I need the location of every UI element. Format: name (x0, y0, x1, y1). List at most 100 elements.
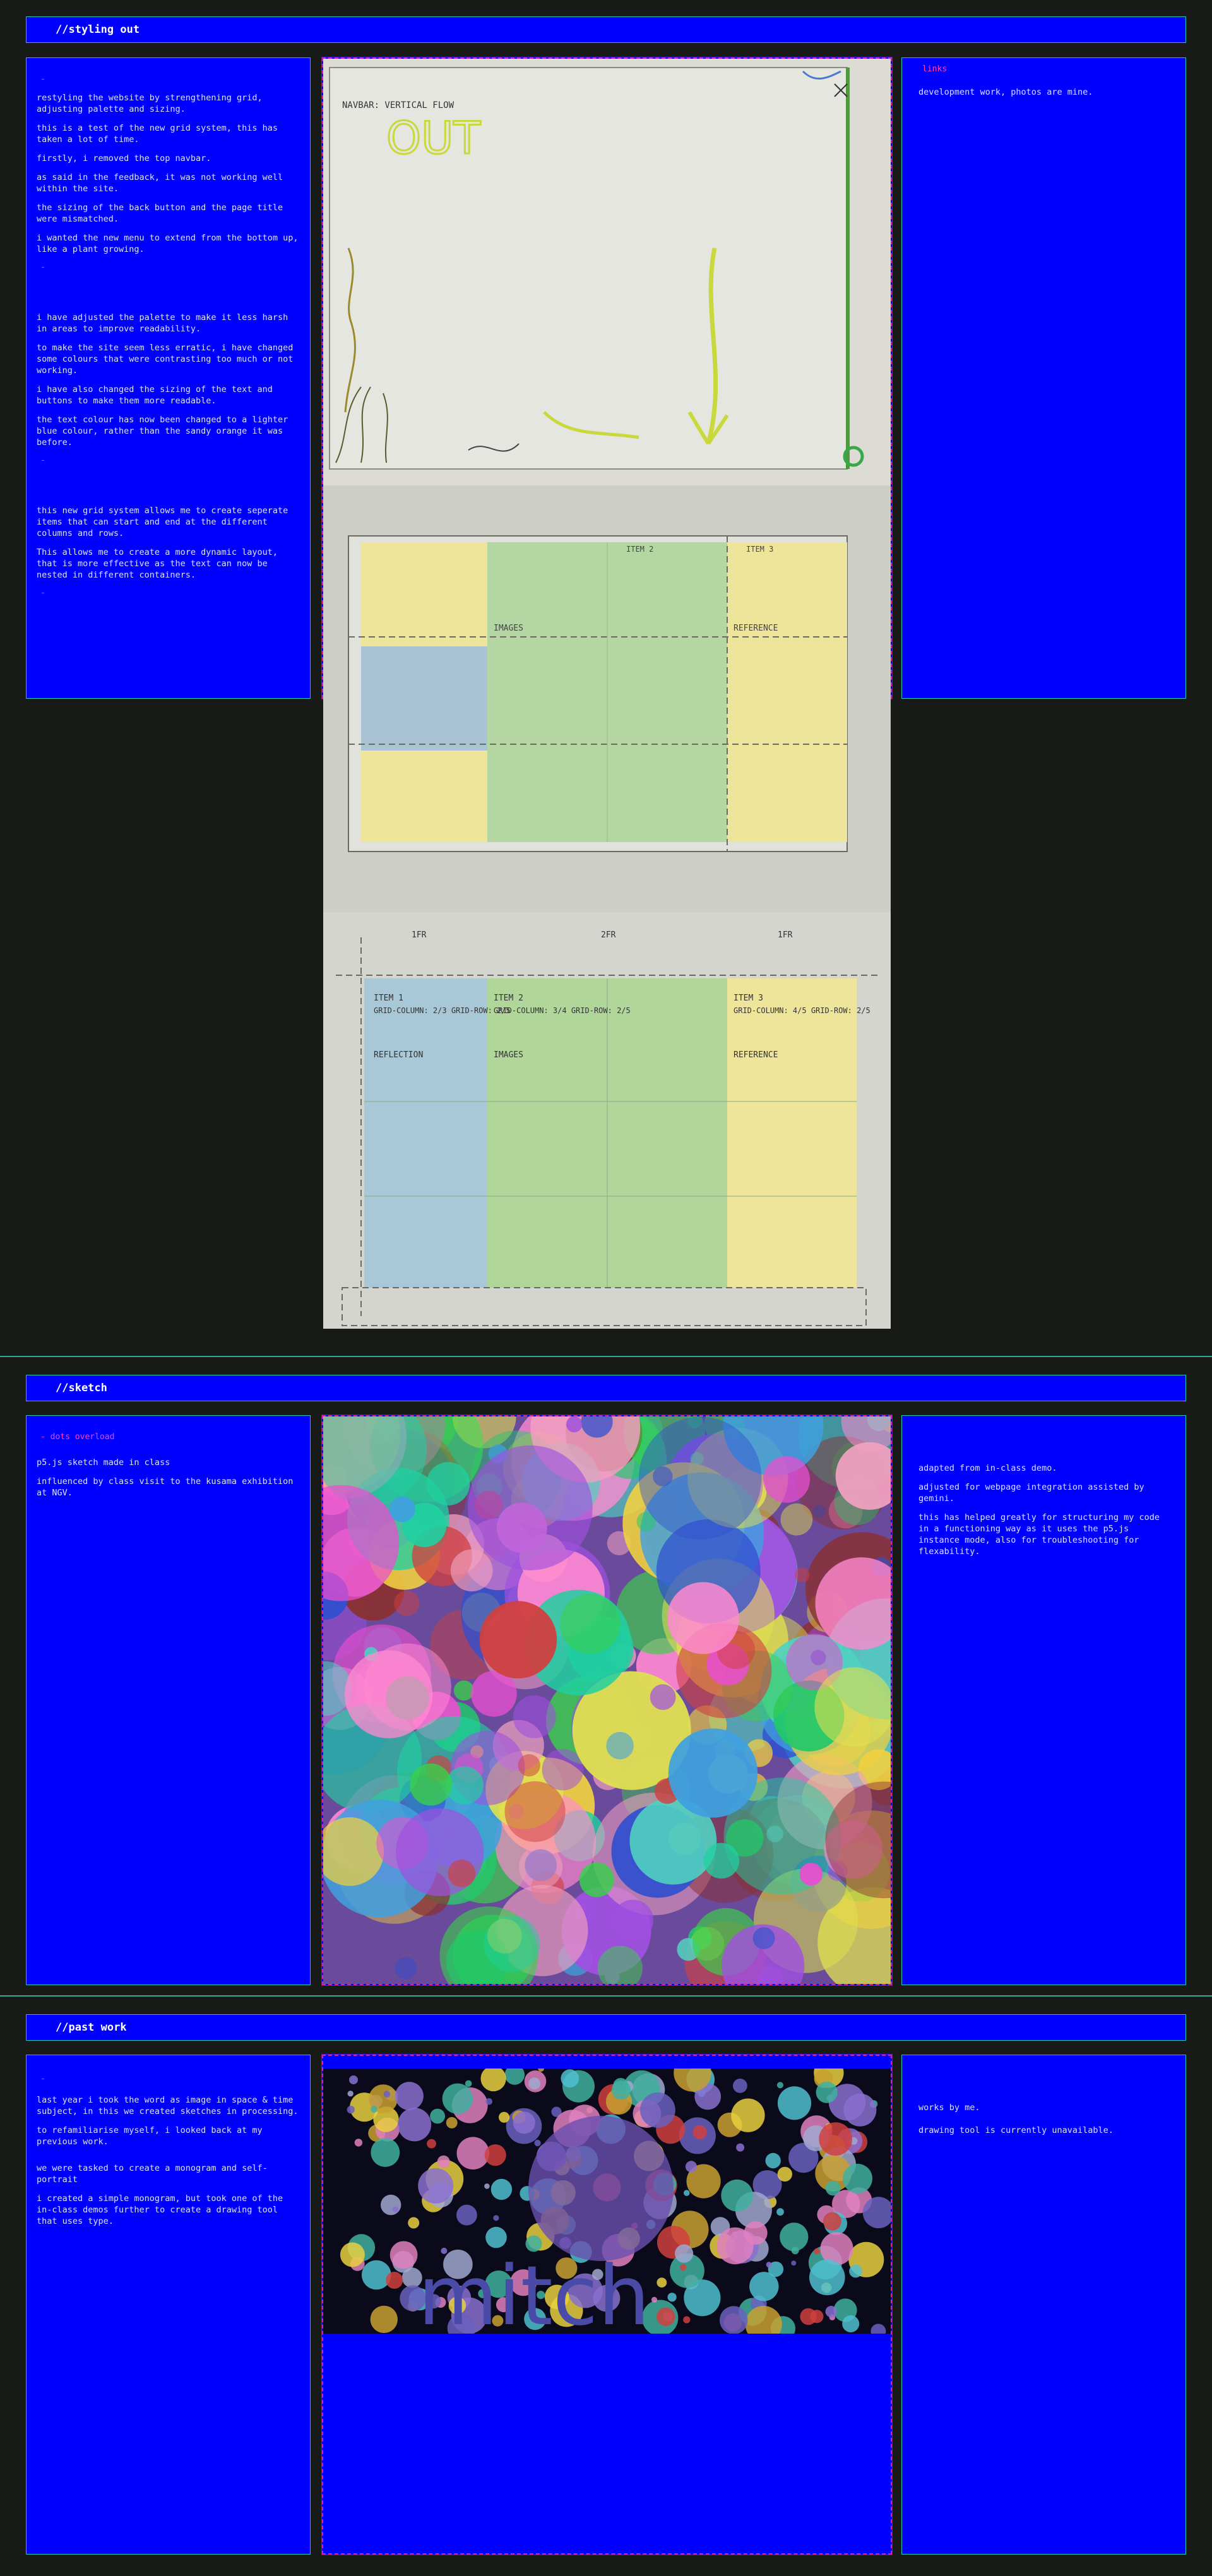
sketch-item-label: ITEM 3 (746, 545, 773, 554)
sketch-item-label: ITEM 2 (494, 994, 523, 1003)
dot (667, 1582, 739, 1654)
past-work-panel: mitch (321, 2054, 893, 2555)
dot (650, 1684, 676, 1710)
section-title: //past work (56, 2021, 127, 2034)
dot (513, 1695, 556, 1738)
section-past-work: //past work - last year i took the word … (0, 1995, 1212, 2576)
paint-blob (484, 2144, 506, 2166)
sketch-out-text: OUT (386, 112, 480, 164)
paint-blob (437, 2155, 450, 2168)
paint-blob (842, 2315, 860, 2332)
sketch-reference-label: REFERENCE (734, 1050, 778, 1060)
paragraph-text: i have adjusted the palette to make it l… (37, 312, 288, 334)
credit-text: this has helped greatly for structuring … (918, 1512, 1160, 1557)
paint-blob (825, 2306, 837, 2318)
paint-blob (680, 2264, 687, 2271)
dot (518, 1754, 540, 1777)
dot (560, 1593, 621, 1654)
paint-blob (408, 2217, 420, 2229)
sketch-grid-label: GRID-COLUMN: 4/5 GRID-ROW: 2/5 (734, 1006, 870, 1015)
sketch-canvas-panel (321, 1415, 893, 1986)
dot (450, 1549, 493, 1592)
paint-blob (776, 2208, 784, 2216)
dash-link[interactable]: - (40, 2074, 300, 2086)
paint-blob (430, 2108, 445, 2124)
dash-link[interactable]: - (40, 263, 300, 274)
dash-link[interactable]: - (40, 588, 300, 600)
paint-blob (354, 2139, 363, 2147)
paint-blob (383, 2091, 391, 2098)
paint-blob (656, 2307, 675, 2326)
sketch-fr-label: 1FR (412, 930, 427, 940)
paint-blob (395, 2082, 424, 2111)
dots-overload-canvas[interactable] (323, 1416, 891, 1984)
past-work-text: last year i took the word as image in sp… (37, 2095, 299, 2116)
paint-blob (744, 2221, 768, 2245)
left-text-panel: - dots overload p5.js sketch made in cla… (26, 1415, 311, 1985)
paragraph-text: the sizing of the back button and the pa… (37, 203, 283, 224)
paint-blob (667, 2293, 677, 2302)
paint-blob (809, 2259, 845, 2296)
paint-blob (485, 2098, 492, 2105)
paragraph-text: to make the site seem less erratic, i ha… (37, 343, 294, 376)
paint-blob (656, 2277, 667, 2288)
dot (453, 1680, 474, 1701)
credit-text: works by me. (918, 2103, 980, 2113)
sketch-images-label: IMAGES (494, 624, 523, 633)
paint-blob (456, 2137, 490, 2169)
paint-blob (371, 2106, 377, 2113)
paint-blob (490, 2178, 513, 2200)
paint-blob (814, 2248, 820, 2255)
type-drawing-artwork: mitch (323, 2069, 891, 2334)
dot (639, 1416, 762, 1540)
paint-blob (398, 2108, 432, 2142)
paint-blob (736, 2143, 745, 2152)
dot (389, 1496, 415, 1522)
dash-link[interactable]: - (40, 74, 300, 86)
left-text-panel: - last year i took the word as image in … (26, 2055, 311, 2555)
sketch-item-label: ITEM 1 (374, 994, 403, 1003)
dot (780, 1503, 813, 1536)
dot (542, 1748, 584, 1791)
dot (799, 1863, 823, 1886)
paint-blob (683, 2316, 691, 2324)
sketch-fr-label: 2FR (601, 930, 616, 940)
paint-blob (485, 2226, 507, 2248)
paint-blob (456, 2204, 477, 2226)
paint-blob (780, 2223, 809, 2252)
dots-overload-link[interactable]: - dots overload (40, 1432, 300, 1442)
paint-blob (749, 2272, 779, 2301)
paint-blob (685, 2161, 698, 2173)
dot (752, 1927, 775, 1950)
paint-blob (480, 2069, 506, 2092)
photo-gallery-panel: NAVBAR: VERTICAL FLOW OUT IMAGES REFEREN… (321, 57, 893, 1329)
sketch-item-label: ITEM 2 (626, 545, 653, 554)
paint-blob (684, 2190, 690, 2196)
paint-blob (765, 2152, 781, 2169)
paint-blob (825, 2180, 841, 2196)
artwork-word: mitch (418, 2248, 650, 2334)
paint-blob (371, 2138, 400, 2167)
paint-blob (534, 2139, 541, 2147)
paint-blob (513, 2111, 535, 2134)
paragraph-text: this is a test of the new grid system, t… (37, 123, 278, 145)
dot (566, 1416, 583, 1433)
paint-blob (720, 2306, 748, 2334)
dot (763, 1456, 811, 1503)
dot (467, 1445, 593, 1570)
paragraph-text: the text colour has now been changed to … (37, 415, 288, 448)
right-text-panel: works by me. drawing tool is currently u… (901, 2055, 1186, 2555)
dash-link[interactable]: - (40, 456, 300, 467)
paint-blob (493, 2215, 499, 2221)
right-text-panel: adapted from in-class demo. adjusted for… (901, 1415, 1186, 1985)
paint-blob (777, 2086, 812, 2120)
dot (668, 1728, 758, 1818)
sketch-reflection-label: REFLECTION (374, 1050, 423, 1060)
paint-blob (843, 2163, 872, 2193)
links-label[interactable]: links (922, 64, 1169, 74)
paint-blob (389, 2241, 418, 2269)
dot (448, 1860, 476, 1887)
paint-blob (692, 2125, 707, 2140)
paragraph-text: restyling the website by strengthening g… (37, 93, 263, 114)
paint-blob (340, 2242, 365, 2267)
